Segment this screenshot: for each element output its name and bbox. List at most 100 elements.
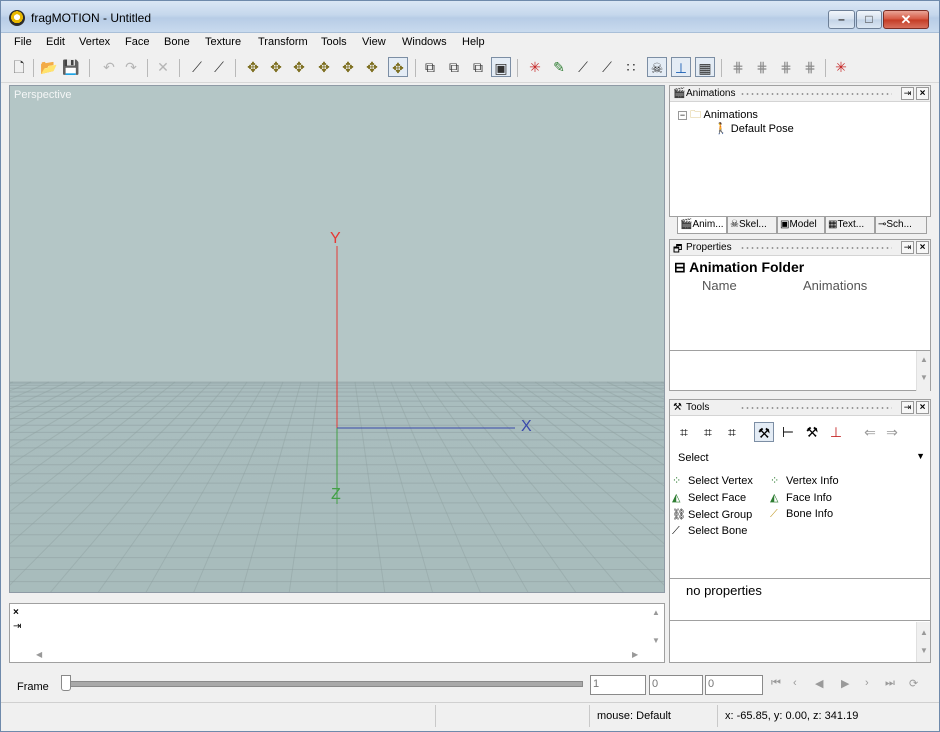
redo-icon[interactable]: ↷: [121, 57, 141, 77]
last-frame-icon[interactable]: ⏭: [885, 677, 895, 690]
back-arrow-icon[interactable]: ⇐: [860, 422, 880, 442]
next-frame-icon[interactable]: ▶: [841, 677, 849, 690]
collapse-icon[interactable]: −: [678, 110, 687, 120]
tree-item-default-pose[interactable]: 🚶 Default Pose: [678, 122, 794, 138]
joint-icon[interactable]: ✳: [525, 57, 545, 77]
next-key-icon[interactable]: ›: [865, 677, 869, 689]
group-mode-icon[interactable]: ⌗: [722, 422, 742, 442]
vertex-mode-icon[interactable]: ⌗: [674, 422, 694, 442]
grid-toggle-icon[interactable]: ▦: [695, 57, 715, 77]
bone-display-2-icon[interactable]: ⟋: [597, 57, 617, 77]
mesh-tool-3-icon[interactable]: ⋕: [776, 57, 796, 77]
minimize-button[interactable]: –: [828, 10, 855, 29]
prev-frame-icon[interactable]: ◀: [815, 677, 823, 690]
property-name-value[interactable]: Animations: [803, 278, 867, 293]
move-x-icon[interactable]: ✥: [243, 57, 263, 77]
menu-help[interactable]: Help: [462, 36, 485, 48]
tab-model[interactable]: ▣Model: [777, 217, 825, 234]
first-frame-icon[interactable]: ⏮: [771, 677, 781, 690]
tool-face-info[interactable]: ◭ Face Info: [770, 491, 832, 504]
mesh-tool-1-icon[interactable]: ⋕: [728, 57, 748, 77]
prev-key-icon[interactable]: ‹: [793, 677, 797, 689]
tree-item-animations[interactable]: − 🗀 Animations: [678, 106, 794, 122]
loop-icon[interactable]: ⟳: [909, 677, 918, 690]
move-z-icon[interactable]: ✥: [289, 57, 309, 77]
view-side-icon[interactable]: ⧉: [444, 57, 464, 77]
menu-bone[interactable]: Bone: [164, 36, 190, 48]
skeleton-toggle-icon[interactable]: ☠: [647, 57, 667, 77]
menu-transform[interactable]: Transform: [258, 36, 308, 48]
scroll-up-icon[interactable]: ▲: [652, 608, 660, 617]
bone-tool-icon[interactable]: ⊥: [826, 422, 846, 442]
select-tool-icon[interactable]: ⚒: [754, 422, 774, 442]
scroll-down-icon[interactable]: ▼: [917, 646, 931, 658]
weight-icon[interactable]: ✎: [549, 57, 569, 77]
tab-schematic[interactable]: ⊸Sch...: [875, 217, 927, 234]
view-front-icon[interactable]: ⧉: [420, 57, 440, 77]
panel-close-icon[interactable]: ×: [916, 87, 929, 100]
tool-bone-info[interactable]: ⟋ Bone Info: [770, 508, 833, 521]
frame-slider-track[interactable]: [61, 681, 583, 687]
scroll-left-icon[interactable]: ◀: [36, 650, 42, 659]
output-pin-icon[interactable]: ⇥: [13, 621, 21, 632]
tool-select-bone[interactable]: ⟋ Select Bone: [672, 525, 747, 538]
panel-close-icon[interactable]: ×: [916, 241, 929, 254]
scale-2-icon[interactable]: ✥: [362, 57, 382, 77]
tool-vertex-info[interactable]: ⁘ Vertex Info: [770, 474, 839, 487]
view-top-icon[interactable]: ⧉: [468, 57, 488, 77]
close-button[interactable]: ✕: [883, 10, 929, 29]
tools-scrollbar[interactable]: ▲ ▼: [916, 622, 930, 662]
perspective-viewport[interactable]: Perspective Y X Z: [9, 85, 665, 593]
menu-windows[interactable]: Windows: [402, 36, 447, 48]
hierarchy-icon[interactable]: ⊢: [778, 422, 798, 442]
tool-select-face[interactable]: ◭ Select Face: [672, 491, 746, 504]
forward-arrow-icon[interactable]: ⇒: [882, 422, 902, 442]
frame-end-field[interactable]: 0: [705, 675, 763, 695]
transform-select-icon[interactable]: ✥: [388, 57, 408, 77]
frame-slider-thumb[interactable]: [61, 675, 71, 691]
menu-file[interactable]: File: [14, 36, 32, 48]
tab-animations[interactable]: 🎬Anim...: [677, 217, 727, 234]
face-mode-icon[interactable]: ⌗: [698, 422, 718, 442]
frame-start-field[interactable]: 1: [590, 675, 646, 695]
save-icon[interactable]: 💾: [61, 57, 81, 77]
open-folder-icon[interactable]: 📂: [39, 57, 59, 77]
delete-icon[interactable]: ✕: [153, 57, 173, 77]
menu-face[interactable]: Face: [125, 36, 149, 48]
vertex-display-icon[interactable]: ∷: [621, 57, 641, 77]
mesh-tool-4-icon[interactable]: ⋕: [800, 57, 820, 77]
properties-scrollbar[interactable]: ▲ ▼: [916, 351, 930, 391]
tool-category-select[interactable]: Select ▼: [672, 448, 928, 468]
menu-view[interactable]: View: [362, 36, 386, 48]
new-file-icon[interactable]: 🗋: [9, 57, 29, 77]
menu-edit[interactable]: Edit: [46, 36, 65, 48]
tool-select-group[interactable]: ⛓ Select Group: [672, 508, 752, 521]
pin-icon[interactable]: ⇥: [901, 241, 914, 254]
scale-icon[interactable]: ✥: [338, 57, 358, 77]
scroll-up-icon[interactable]: ▲: [917, 628, 931, 640]
bone-display-icon[interactable]: ⟋: [573, 57, 593, 77]
undo-icon[interactable]: ↶: [99, 57, 119, 77]
maximize-button[interactable]: □: [856, 10, 882, 29]
pin-icon[interactable]: ⇥: [901, 87, 914, 100]
menu-texture[interactable]: Texture: [205, 36, 241, 48]
scroll-down-icon[interactable]: ▼: [917, 373, 931, 385]
menu-tools[interactable]: Tools: [321, 36, 347, 48]
output-panel[interactable]: × ⇥ ◀ ▶ ▲ ▼: [9, 603, 665, 663]
rotate-icon[interactable]: ✥: [314, 57, 334, 77]
move-y-icon[interactable]: ✥: [266, 57, 286, 77]
panel-close-icon[interactable]: ×: [916, 401, 929, 414]
tab-skeleton[interactable]: ☠Skel...: [727, 217, 777, 234]
tab-texture[interactable]: ▦Text...: [825, 217, 875, 234]
menu-vertex[interactable]: Vertex: [79, 36, 110, 48]
scroll-down-icon[interactable]: ▼: [652, 636, 660, 645]
tools-hammer-icon[interactable]: ⚒: [802, 422, 822, 442]
bone-tool-2-icon[interactable]: ⟋: [209, 57, 229, 77]
tool-select-vertex[interactable]: ⁘ Select Vertex: [672, 474, 753, 487]
mesh-tool-2-icon[interactable]: ⋕: [752, 57, 772, 77]
render-icon[interactable]: ✳: [831, 57, 851, 77]
frame-current-field[interactable]: 0: [649, 675, 703, 695]
scroll-up-icon[interactable]: ▲: [917, 355, 931, 367]
output-close-icon[interactable]: ×: [13, 607, 19, 618]
bone-tool-icon[interactable]: ⟋: [187, 57, 207, 77]
